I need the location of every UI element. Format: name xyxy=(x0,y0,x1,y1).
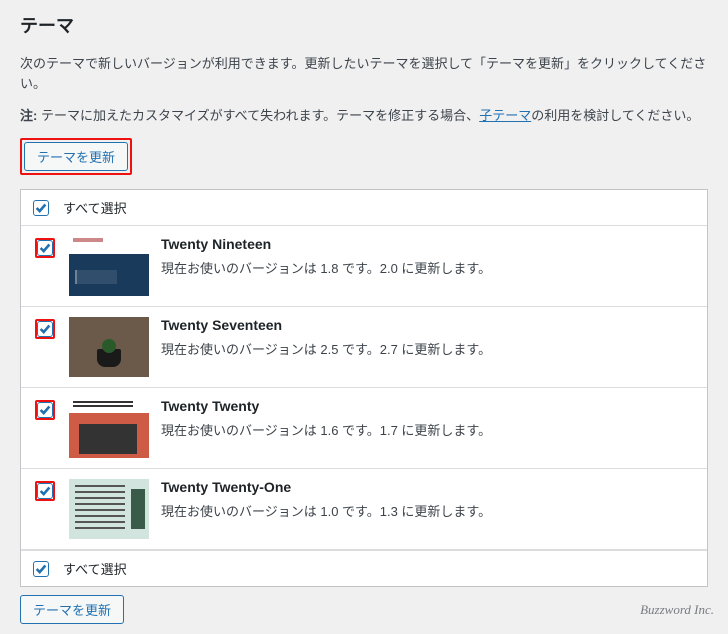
theme-checkbox[interactable] xyxy=(37,483,53,499)
theme-name: Twenty Seventeen xyxy=(161,317,695,333)
theme-name: Twenty Nineteen xyxy=(161,236,695,252)
select-all-row-top: すべて選択 xyxy=(21,190,707,226)
check-icon xyxy=(34,201,48,215)
note-prefix: 注: xyxy=(20,108,37,123)
theme-row: Twenty Seventeen 現在お使いのバージョンは 2.5 です。2.7… xyxy=(21,307,707,388)
theme-thumbnail xyxy=(69,236,149,296)
update-themes-button-top[interactable]: テーマを更新 xyxy=(24,142,128,171)
theme-row: Twenty Twenty-One 現在お使いのバージョンは 1.0 です。1.… xyxy=(21,469,707,550)
child-theme-link[interactable]: 子テーマ xyxy=(479,108,531,123)
note-body-1: テーマに加えたカスタマイズがすべて失われます。テーマを修正する場合、 xyxy=(37,108,479,123)
warning-note: 注: テーマに加えたカスタマイズがすべて失われます。テーマを修正する場合、子テー… xyxy=(20,105,708,124)
theme-checkbox[interactable] xyxy=(37,240,53,256)
check-icon xyxy=(38,403,52,417)
footer-credit: Buzzword Inc. xyxy=(640,602,714,618)
check-icon xyxy=(38,322,52,336)
theme-thumbnail xyxy=(69,398,149,458)
select-all-checkbox-bottom[interactable] xyxy=(33,561,49,577)
highlight-theme-checkbox xyxy=(35,400,55,420)
theme-version-text: 現在お使いのバージョンは 2.5 です。2.7 に更新します。 xyxy=(161,339,695,358)
select-all-checkbox-top[interactable] xyxy=(33,200,49,216)
check-icon xyxy=(38,484,52,498)
theme-thumbnail xyxy=(69,479,149,539)
highlight-theme-checkbox xyxy=(35,238,55,258)
theme-row: Twenty Twenty 現在お使いのバージョンは 1.6 です。1.7 に更… xyxy=(21,388,707,469)
update-themes-button-bottom[interactable]: テーマを更新 xyxy=(20,595,124,624)
theme-list: Twenty Nineteen 現在お使いのバージョンは 1.8 です。2.0 … xyxy=(21,226,707,550)
highlight-update-button-top: テーマを更新 xyxy=(20,138,132,175)
theme-name: Twenty Twenty xyxy=(161,398,695,414)
theme-version-text: 現在お使いのバージョンは 1.0 です。1.3 に更新します。 xyxy=(161,501,695,520)
theme-name: Twenty Twenty-One xyxy=(161,479,695,495)
theme-checkbox[interactable] xyxy=(37,402,53,418)
note-body-2: の利用を検討してください。 xyxy=(531,108,699,123)
page-title: テーマ xyxy=(20,12,708,38)
theme-version-text: 現在お使いのバージョンは 1.6 です。1.7 に更新します。 xyxy=(161,420,695,439)
themes-panel: すべて選択 Twenty Nineteen 現在お使いのバージョンは 1.8 で… xyxy=(20,189,708,587)
highlight-theme-checkbox xyxy=(35,319,55,339)
theme-checkbox[interactable] xyxy=(37,321,53,337)
check-icon xyxy=(34,562,48,576)
select-all-label-bottom: すべて選択 xyxy=(63,559,127,578)
highlight-theme-checkbox xyxy=(35,481,55,501)
theme-row: Twenty Nineteen 現在お使いのバージョンは 1.8 です。2.0 … xyxy=(21,226,707,307)
theme-version-text: 現在お使いのバージョンは 1.8 です。2.0 に更新します。 xyxy=(161,258,695,277)
check-icon xyxy=(38,241,52,255)
description-text: 次のテーマで新しいバージョンが利用できます。更新したいテーマを選択して「テーマを… xyxy=(20,54,708,93)
select-all-label-top: すべて選択 xyxy=(63,198,127,217)
select-all-row-bottom: すべて選択 xyxy=(21,550,707,586)
theme-thumbnail xyxy=(69,317,149,377)
